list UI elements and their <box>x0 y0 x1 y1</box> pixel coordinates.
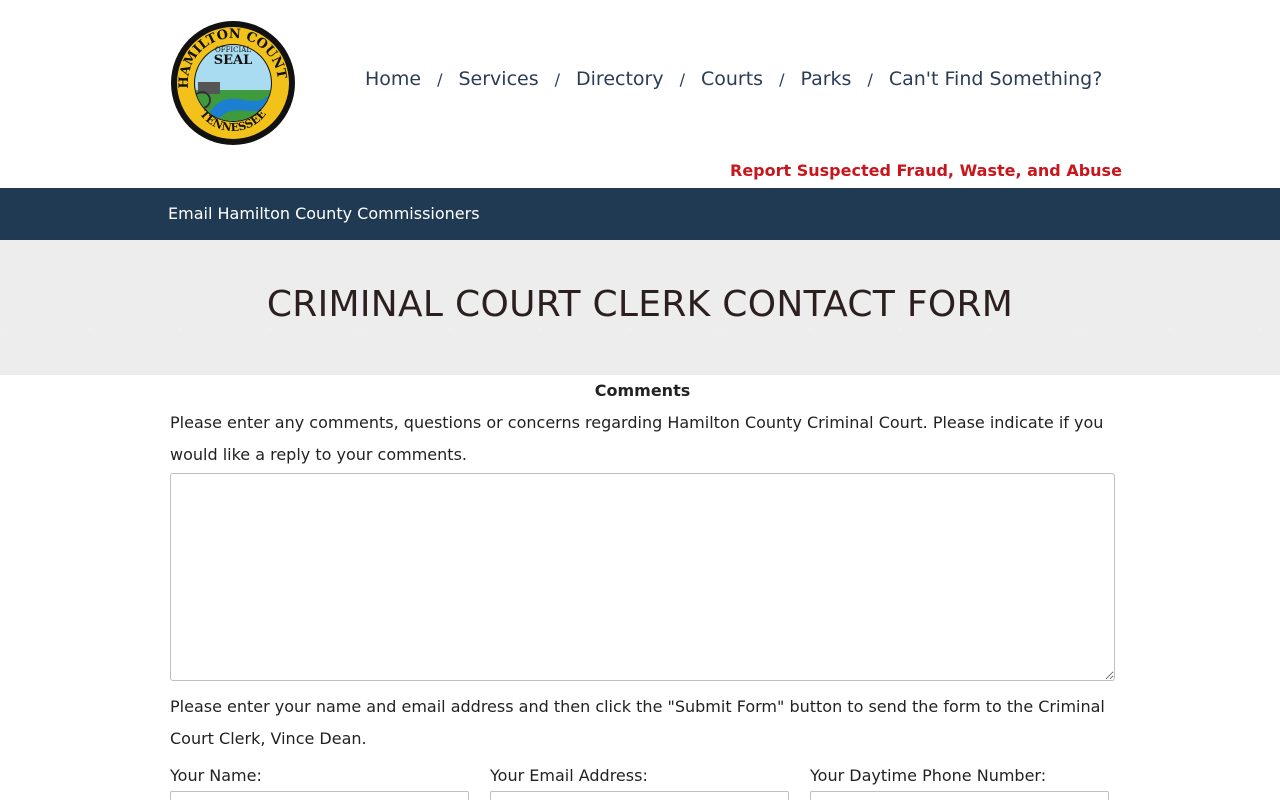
contact-fields-row: Your Name: Your Email Address: Your Dayt… <box>170 765 1115 800</box>
phone-input[interactable] <box>810 791 1109 800</box>
comments-instructions: Please enter any comments, questions or … <box>170 413 1104 464</box>
nav-parks[interactable]: Parks <box>800 68 851 90</box>
nav-services[interactable]: Services <box>459 68 539 90</box>
nav-directory[interactable]: Directory <box>576 68 664 90</box>
name-label: Your Name: <box>170 766 262 785</box>
nav-cant-find-something[interactable]: Can't Find Something? <box>889 68 1102 90</box>
nav-separator: / <box>554 69 561 89</box>
phone-field-group: Your Daytime Phone Number: <box>810 765 1109 800</box>
seal-seal-text: SEAL <box>214 53 253 68</box>
report-fraud-link[interactable]: Report Suspected Fraud, Waste, and Abuse <box>730 161 1122 180</box>
name-input[interactable] <box>170 791 469 800</box>
phone-label: Your Daytime Phone Number: <box>810 766 1047 785</box>
nav-home[interactable]: Home <box>365 68 421 90</box>
site-header: HAMILTON COUNTY TENNESSEE OFFICIAL SEAL … <box>0 0 1280 188</box>
main-nav: Home / Services / Directory / Courts / P… <box>365 64 1102 94</box>
name-field-group: Your Name: <box>170 765 469 800</box>
nav-separator: / <box>679 69 685 89</box>
email-input[interactable] <box>490 791 789 800</box>
nav-separator: / <box>437 69 443 89</box>
submit-instructions: Please enter your name and email address… <box>170 697 1105 748</box>
contact-form: Comments Please enter any comments, ques… <box>170 375 1115 800</box>
comments-heading: Comments <box>594 381 691 400</box>
email-label: Your Email Address: <box>490 766 648 785</box>
nav-courts[interactable]: Courts <box>701 68 763 90</box>
page-title-banner: CRIMINAL COURT CLERK CONTACT FORM <box>0 240 1280 375</box>
email-commissioners-link[interactable]: Email Hamilton County Commissioners <box>168 204 480 223</box>
nav-separator: / <box>779 69 785 89</box>
hamilton-county-seal-logo[interactable]: HAMILTON COUNTY TENNESSEE OFFICIAL SEAL <box>170 20 296 146</box>
page-title: CRIMINAL COURT CLERK CONTACT FORM <box>266 284 1014 325</box>
email-field-group: Your Email Address: <box>490 765 789 800</box>
comments-textarea[interactable] <box>170 473 1115 681</box>
nav-separator: / <box>867 69 873 89</box>
secondary-nav-bar: Email Hamilton County Commissioners <box>0 188 1280 240</box>
